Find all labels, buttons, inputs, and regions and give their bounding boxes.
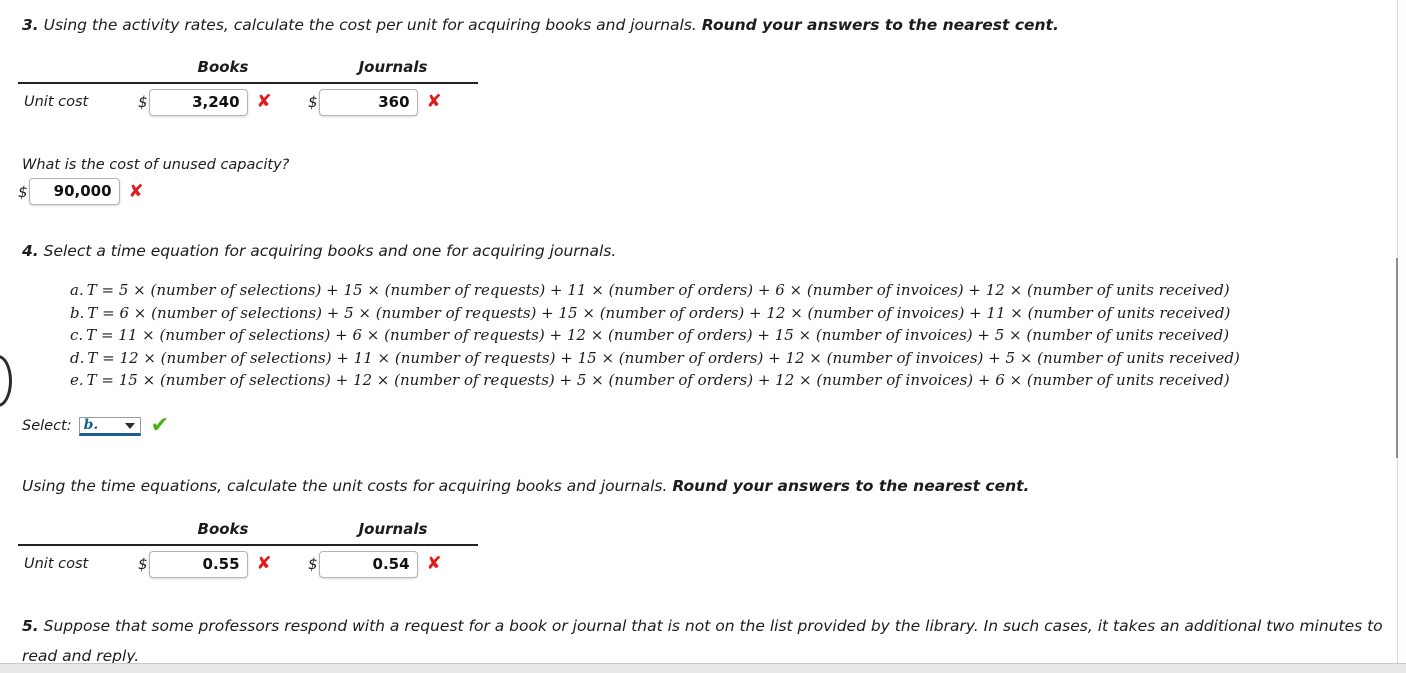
choice-e-label: e. xyxy=(70,371,84,389)
currency-symbol: $ xyxy=(138,93,148,111)
answer-choice-list: a. T = 5 × (number of selections) + 15 × … xyxy=(70,279,1240,392)
input-books-unit-cost[interactable]: 3,240 xyxy=(148,88,248,116)
time-equation-instruction-text: Using the time equations, calculate the … xyxy=(22,477,673,495)
scrollbar-track[interactable] xyxy=(1398,0,1406,672)
row-label-unit-cost: Unit cost xyxy=(24,556,89,572)
choice-a-text: T = 5 × (number of selections) + 15 × (n… xyxy=(86,281,1230,299)
choice-c-label: c. xyxy=(70,326,84,344)
input-books-unit-cost-time-eq[interactable]: 0.55 xyxy=(148,550,248,578)
cutoff-circle-artifact xyxy=(0,355,12,407)
question-5-prompt: 5. Suppose that some professors respond … xyxy=(22,611,1394,671)
incorrect-icon: ✘ xyxy=(426,91,442,112)
incorrect-icon: ✘ xyxy=(256,91,272,112)
input-journals-unit-cost[interactable]: 360 xyxy=(318,88,418,116)
question-3-number: 3. xyxy=(22,16,39,34)
unused-capacity-answer-group: $ 90,000 ✘ xyxy=(18,178,144,205)
currency-symbol: $ xyxy=(18,182,28,201)
input-unused-capacity[interactable]: 90,000 xyxy=(28,178,120,205)
incorrect-icon: ✘ xyxy=(426,553,442,574)
incorrect-icon: ✘ xyxy=(256,553,272,574)
currency-symbol: $ xyxy=(308,93,318,111)
choice-b-label: b. xyxy=(70,303,85,322)
time-equation-instruction-emphasis: Round your answers to the nearest cent. xyxy=(672,477,1030,495)
incorrect-icon: ✘ xyxy=(128,180,144,202)
worksheet-page: 3. Using the activity rates, calculate t… xyxy=(0,0,1406,673)
question-4-prompt: 4. Select a time equation for acquiring … xyxy=(22,236,616,266)
select-label: Select: xyxy=(22,418,72,434)
question-5-number: 5. xyxy=(22,617,39,635)
choice-a: a. T = 5 × (number of selections) + 15 × … xyxy=(70,279,1240,302)
cell-books-unit-cost: $ 3,240 ✘ xyxy=(138,83,308,120)
cell-journals-unit-cost: $ 360 ✘ xyxy=(308,83,478,120)
choice-d: d. T = 12 × (number of selections) + 11 ×… xyxy=(70,347,1240,370)
choice-a-label: a. xyxy=(70,281,84,299)
column-header-books: Books xyxy=(138,58,308,84)
choice-c: c. T = 11 × (number of selections) + 6 × … xyxy=(70,324,1240,347)
time-equation-instruction: Using the time equations, calculate the … xyxy=(22,471,1029,501)
correct-icon: ✔ xyxy=(150,413,170,438)
table-row: Unit cost $ 0.55 ✘ $ 0.54 ✘ xyxy=(18,545,478,582)
column-header-journals: Journals xyxy=(308,58,478,84)
cell-books-unit-cost: $ 0.55 ✘ xyxy=(138,545,308,582)
question-3-text: Using the activity rates, calculate the … xyxy=(38,16,702,34)
input-journals-unit-cost-time-eq[interactable]: 0.54 xyxy=(318,550,418,578)
choice-e: e. T = 15 × (number of selections) + 12 ×… xyxy=(70,369,1240,392)
question-4-number: 4. xyxy=(22,242,39,260)
table-header-row: Books Journals xyxy=(18,58,478,84)
question-4-text: Select a time equation for acquiring boo… xyxy=(38,242,617,260)
scrollbar-thumb[interactable] xyxy=(1396,258,1398,458)
table-row: Unit cost $ 3,240 ✘ $ 360 ✘ xyxy=(18,83,478,120)
column-header-journals: Journals xyxy=(308,520,478,546)
column-header-books: Books xyxy=(138,520,308,546)
unit-cost-table-activity-rates: Books Journals Unit cost $ 3,240 ✘ $ 360… xyxy=(18,58,478,120)
question-5-text: Suppose that some professors respond wit… xyxy=(22,617,1383,665)
currency-symbol: $ xyxy=(138,555,148,573)
select-answer-row: Select: b. ✔ xyxy=(22,415,169,437)
choice-d-label: d. xyxy=(70,348,85,367)
row-label-unit-cost: Unit cost xyxy=(24,94,89,110)
choice-c-text: T = 11 × (number of selections) + 6 × (n… xyxy=(86,326,1230,344)
choice-b: b. T = 6 × (number of selections) + 5 × (… xyxy=(70,302,1240,325)
question-3-emphasis: Round your answers to the nearest cent. xyxy=(701,16,1059,34)
table-header-row: Books Journals xyxy=(18,520,478,546)
choice-e-text: T = 15 × (number of selections) + 12 × (… xyxy=(86,371,1230,389)
table-corner-cell xyxy=(18,58,138,84)
select-dropdown-answer[interactable]: b. xyxy=(78,416,141,436)
chevron-down-icon xyxy=(124,423,135,429)
choice-b-text: T = 6 × (number of selections) + 5 × (nu… xyxy=(87,303,1231,322)
cell-journals-unit-cost: $ 0.54 ✘ xyxy=(308,545,478,582)
table-corner-cell xyxy=(18,520,138,546)
select-value: b. xyxy=(83,417,99,433)
currency-symbol: $ xyxy=(308,555,318,573)
unused-capacity-label: What is the cost of unused capacity? xyxy=(22,157,290,173)
question-3-prompt: 3. Using the activity rates, calculate t… xyxy=(22,10,1059,40)
unit-cost-table-time-equations: Books Journals Unit cost $ 0.55 ✘ $ 0.54… xyxy=(18,520,478,582)
choice-d-text: T = 12 × (number of selections) + 11 × (… xyxy=(87,348,1240,367)
